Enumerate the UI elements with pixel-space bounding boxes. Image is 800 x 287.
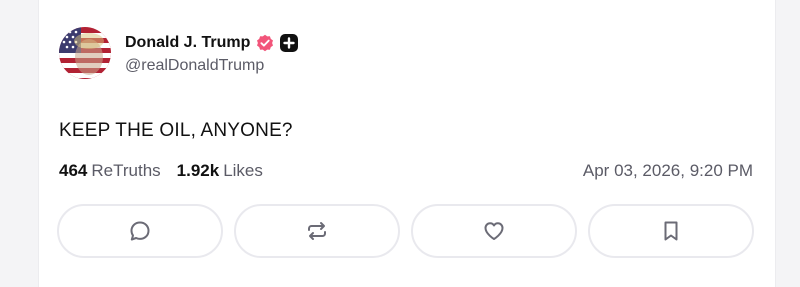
retruths-count: 464 — [59, 161, 88, 180]
retruths-stat[interactable]: 464 ReTruths — [59, 161, 161, 181]
retruth-button[interactable] — [234, 204, 400, 258]
author-handle[interactable]: @realDonaldTrump — [125, 57, 298, 75]
reply-icon — [130, 221, 150, 241]
retruth-icon — [308, 222, 326, 240]
bookmark-button[interactable] — [588, 204, 754, 258]
author-display-name[interactable]: Donald J. Trump — [125, 34, 250, 52]
verified-badge-icon — [256, 34, 274, 52]
avatar[interactable] — [59, 27, 111, 79]
heart-icon — [484, 222, 504, 240]
post-timestamp[interactable]: Apr 03, 2026, 9:20 PM — [583, 161, 753, 181]
post-text: KEEP THE OIL, ANYONE? — [59, 120, 293, 141]
plus-badge-icon — [280, 34, 299, 52]
bookmark-icon — [664, 221, 678, 241]
post-header: Donald J. Trump @realDonaldTrump — [59, 27, 299, 79]
action-bar — [57, 204, 754, 258]
flag-portrait-avatar-icon — [59, 27, 111, 79]
post-card: Donald J. Trump @realDonaldTrump KEEP TH… — [38, 0, 776, 287]
retruths-label: ReTruths — [91, 161, 161, 180]
likes-stat[interactable]: 1.92k Likes — [177, 161, 263, 181]
name-row: Donald J. Trump — [125, 32, 299, 54]
author-info: Donald J. Trump @realDonaldTrump — [125, 32, 299, 75]
like-button[interactable] — [411, 204, 577, 258]
likes-label: Likes — [223, 161, 263, 180]
reply-button[interactable] — [57, 204, 223, 258]
post-stats: 464 ReTruths 1.92k Likes — [59, 161, 279, 181]
likes-count: 1.92k — [176, 161, 220, 180]
